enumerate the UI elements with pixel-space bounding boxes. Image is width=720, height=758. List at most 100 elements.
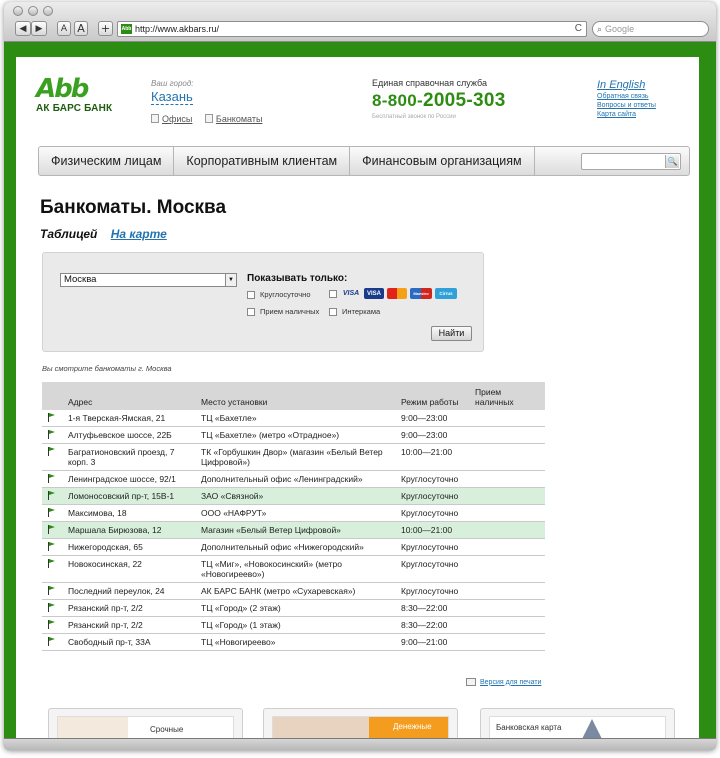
table-row[interactable]: Рязанский пр-т, 2/2 ТЦ «Город» (1 этаж) 8:… [42,616,545,634]
zoom-window-button[interactable] [43,6,53,16]
checkbox-cards[interactable] [329,290,337,298]
table-row[interactable]: Ломоносовский пр-т, 15В-1 ЗАО «Связной» Кр… [42,487,545,505]
view-table-tab[interactable]: Таблицей [40,227,97,241]
checkbox-intercom[interactable] [329,307,337,316]
row-flag [42,555,64,583]
close-window-button[interactable] [13,6,23,16]
flag-icon[interactable] [48,413,55,422]
flag-icon[interactable] [48,474,55,483]
table-row[interactable]: Новокосинская, 22 ТЦ «Миг», «Новокосински… [42,555,545,583]
row-address: Нижегородская, 65 [64,538,197,556]
flag-icon[interactable] [48,447,55,456]
row-address: Максимова, 18 [64,504,197,522]
menu-item-corporate[interactable]: Корпоративным клиентам [174,146,351,176]
row-cash [471,443,545,471]
menu-item-individuals[interactable]: Физическим лицам [39,146,175,176]
flag-icon[interactable] [48,525,55,534]
row-hours: Круглосуточно [397,538,471,556]
back-button[interactable]: ◀ [15,21,31,36]
checkbox-24h[interactable] [247,290,255,299]
reload-icon[interactable]: C [575,23,582,34]
view-map-tab[interactable]: На карте [111,227,167,241]
filter-intercom[interactable]: Интеркама [329,307,380,316]
print-version-link[interactable]: Версия для печати [466,678,541,686]
table-row[interactable]: Ленинградское шоссе, 92/1 Дополнительный … [42,470,545,488]
flag-icon[interactable] [48,637,55,646]
atms-link[interactable]: Банкоматы [216,114,263,124]
minimize-window-button[interactable] [28,6,38,16]
row-cash [471,504,545,522]
promo-card[interactable]: Банковская карта [480,708,675,738]
table-row[interactable]: Алтуфьевское шоссе, 22Б ТЦ «Бахетле» (мет… [42,426,545,444]
flag-icon[interactable] [48,586,55,595]
top-links: In English Обратная связь Вопросы и отве… [597,79,656,118]
browser-search-input[interactable]: ⌕ Google [592,21,709,37]
text-larger-button[interactable]: A [74,21,88,36]
flag-icon[interactable] [48,603,55,612]
table-row[interactable]: 1-я Тверская-Ямская, 21 ТЦ «Бахетле» 9:00—… [42,410,545,427]
filter-cash[interactable]: Прием наличных [247,307,319,316]
page-title: Банкоматы. Москва [40,197,227,218]
flag-icon[interactable] [48,508,55,517]
city-name-link[interactable]: Казань [151,89,193,105]
table-row[interactable]: Нижегородская, 65 Дополнительный офис «Ни… [42,538,545,556]
web-page: Abb АК БАРС БАНК Ваш город: Казань Офисы… [16,57,699,738]
chevron-down-icon[interactable]: ▼ [225,274,236,286]
add-bookmark-button[interactable]: + [98,21,113,36]
english-link[interactable]: In English [597,79,656,91]
table-row[interactable]: Рязанский пр-т, 2/2 ТЦ «Город» (2 этаж) 8:… [42,599,545,617]
promo-money-inner: Денежные [272,716,449,738]
row-hours: 9:00—23:00 [397,410,471,427]
text-smaller-button[interactable]: A [57,21,71,36]
magnifier-icon[interactable]: 🔍 [665,155,679,168]
row-flag [42,470,64,488]
flag-icon[interactable] [48,559,55,568]
row-place: ТЦ «Миг», «Новокосинский» (метро «Новоги… [197,555,397,583]
logo[interactable]: Abb АК БАРС БАНК [36,76,112,114]
filter-intercom-label: Интеркама [342,307,381,316]
checkbox-cash[interactable] [247,307,255,316]
promo-card-graphic [580,719,604,738]
table-row[interactable]: Маршала Бирюзова, 12 Магазин «Белый Ветер… [42,521,545,539]
forward-button[interactable]: ▶ [31,21,47,36]
row-hours: 9:00—21:00 [397,633,471,651]
filter-24h[interactable]: Круглосуточно [247,290,311,299]
browser-toolbar: ◀ ▶ A A + Abb http://www.akbars.ru/ C ⌕ … [4,2,716,42]
flag-icon[interactable] [48,491,55,500]
table-row[interactable]: Максимова, 18 ООО «НАФРУТ» Круглосуточно [42,504,545,522]
offices-link[interactable]: Офисы [162,114,192,124]
city-select[interactable]: Москва ▼ [60,273,237,287]
table-header-row: Адрес Место установки Режим работы Прием… [42,382,545,410]
help-note: Бесплатный звонок по России [372,114,456,120]
promo-urgent-label: Срочные [150,725,184,734]
url-text: http://www.akbars.ru/ [135,24,220,34]
address-bar[interactable]: Abb http://www.akbars.ru/ C [117,21,587,37]
feedback-link[interactable]: Обратная связь [597,93,656,100]
find-button[interactable]: Найти [431,326,472,341]
table-row[interactable]: Свободный пр-т, 33А ТЦ «Новогиреево» 9:00—… [42,633,545,651]
show-only-label: Показывать только: [247,273,348,284]
row-place: ТЦ «Бахетле» (метро «Отрадное») [197,426,397,444]
filter-24h-label: Круглосуточно [260,290,311,299]
search-icon: ⌕ [597,23,603,34]
table-row[interactable]: Багратионовский проезд, 7 корп. 3 ТК «Гор… [42,443,545,471]
promo-money[interactable]: Денежные [263,708,458,738]
row-address: Свободный пр-т, 33А [64,633,197,651]
search-placeholder: Google [605,24,635,34]
row-place: ООО «НАФРУТ» [197,504,397,522]
row-place: АК БАРС БАНК (метро «Сухаревская») [197,582,397,600]
row-place: ТЦ «Город» (2 этаж) [197,599,397,617]
city-links: Офисы Банкоматы [151,114,262,124]
flag-icon[interactable] [48,542,55,551]
site-search-input[interactable]: 🔍 [581,153,681,170]
flag-icon[interactable] [48,620,55,629]
flag-icon[interactable] [48,430,55,439]
sitemap-link[interactable]: Карта сайта [597,111,656,118]
faq-link[interactable]: Вопросы и ответы [597,102,656,109]
atm-icon [204,114,213,123]
row-place: Дополнительный офис «Ленинградский» [197,470,397,488]
city-select-value: Москва [64,274,97,285]
menu-item-financial[interactable]: Финансовым организациям [350,146,535,176]
promo-urgent[interactable]: Срочные [48,708,243,738]
table-row[interactable]: Последний переулок, 24 АК БАРС БАНК (метр… [42,582,545,600]
